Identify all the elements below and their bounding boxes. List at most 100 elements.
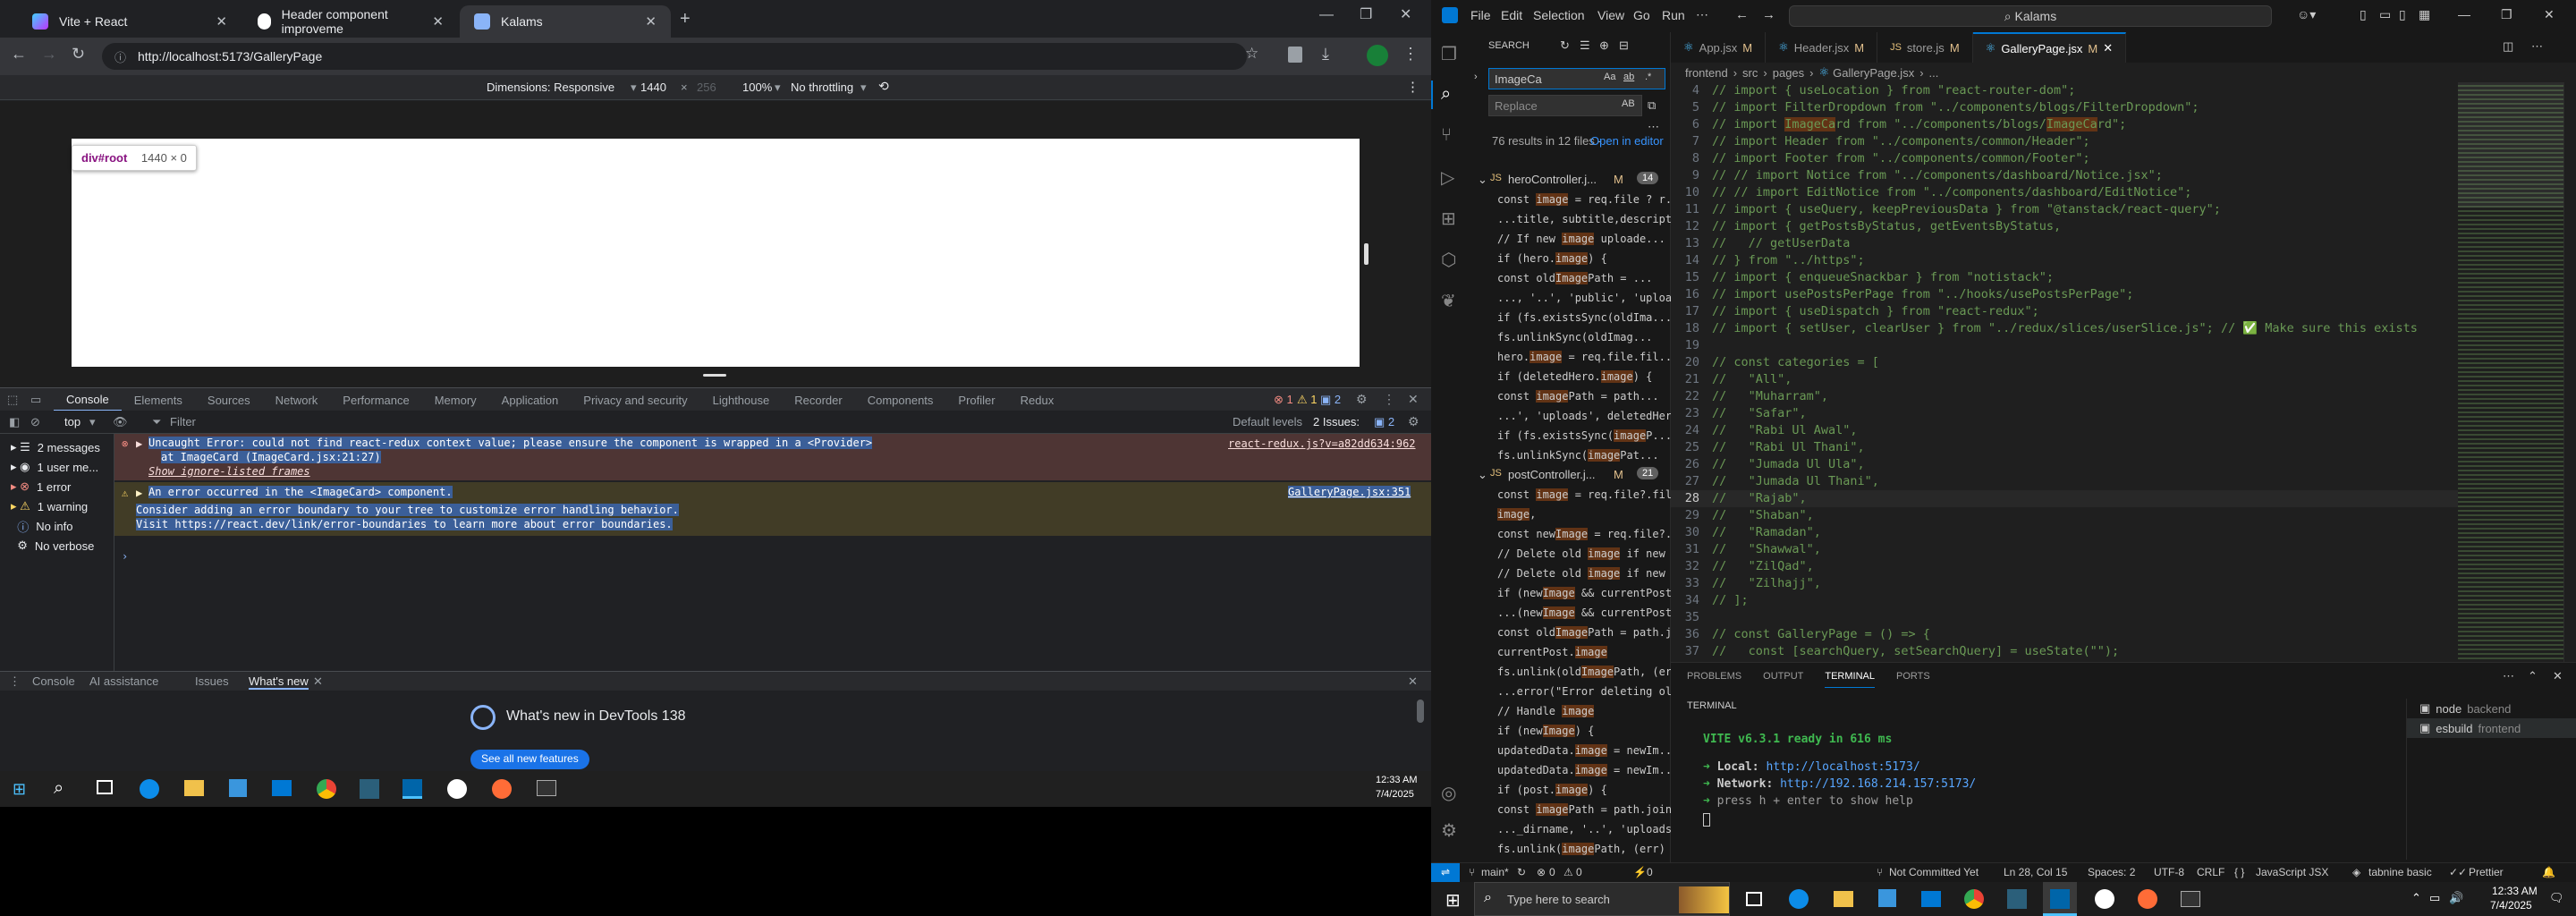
source-control-icon[interactable]: ⑂ xyxy=(1441,125,1452,146)
ports-icon[interactable]: ⚡0 xyxy=(1633,866,1653,878)
search-result-line[interactable]: ...error("Error deleting old ima... xyxy=(1470,682,1671,701)
panel-tab-output[interactable]: OUTPUT xyxy=(1763,671,1803,682)
extension-icon[interactable] xyxy=(1288,47,1302,63)
devtools-tab-memory[interactable]: Memory xyxy=(422,388,489,411)
editor-more-icon[interactable]: ⋯ xyxy=(2531,39,2543,54)
remote-indicator-icon[interactable]: ⇌ xyxy=(1431,863,1460,883)
new-search-editor-icon[interactable]: ⊕ xyxy=(1599,38,1609,53)
search-result-line[interactable]: ...title, subtitle,description, im... xyxy=(1470,209,1671,229)
site-info-icon[interactable]: ⓘ xyxy=(114,48,126,65)
zoom-select[interactable]: 100% xyxy=(742,81,772,94)
console-error-entry[interactable]: ⊗ ▶ Uncaught Error: could not find react… xyxy=(114,434,1431,480)
vscode-minimize-icon[interactable]: — xyxy=(2458,7,2470,21)
devtools-tab-lighthouse[interactable]: Lighthouse xyxy=(700,388,783,411)
sidebar-item-messages[interactable]: ▸ ☰ 2 messages xyxy=(0,437,114,457)
github-icon[interactable] xyxy=(2095,889,2114,909)
search-result-line[interactable]: fs.unlink(imagePath, (err) => { xyxy=(1470,839,1671,859)
viewport-bottom-handle[interactable] xyxy=(703,374,726,377)
replace-input[interactable]: Replace AB xyxy=(1488,95,1642,116)
code-line[interactable]: 7 // import Header from "../components/co… xyxy=(1671,133,2458,150)
search-result-line[interactable]: const oldImagePath = ... xyxy=(1470,268,1671,288)
remote-explorer-icon[interactable]: ⬡ xyxy=(1441,249,1456,271)
account-icon[interactable]: ◎ xyxy=(1441,782,1456,804)
url-bar[interactable]: ⓘ http://localhost:5173/GalleryPage xyxy=(102,43,1247,70)
code-line[interactable]: 32 // "ZilQad", xyxy=(1671,558,2458,575)
code-line[interactable]: 15 // import { enqueueSnackbar } from "no… xyxy=(1671,269,2458,286)
regex-icon[interactable]: .* xyxy=(1645,72,1651,82)
terminal-icon[interactable] xyxy=(2181,891,2200,907)
code-line[interactable]: 37 // const [searchQuery, setSearchQuery]… xyxy=(1671,643,2458,660)
warning-hint-link[interactable]: Visit https://react.dev/link/error-bound… xyxy=(136,518,673,530)
code-line[interactable]: 9 // // import Notice from "../components… xyxy=(1671,167,2458,184)
code-line[interactable]: 10 // // import EditNotice from "../compo… xyxy=(1671,184,2458,201)
search-result-line[interactable]: // Delete old image if new im... xyxy=(1470,564,1671,583)
download-icon[interactable]: ⤓ xyxy=(1322,45,1329,64)
search-result-line[interactable]: currentPost.image xyxy=(1470,642,1671,662)
search-view-icon[interactable]: ⌕ xyxy=(1441,84,1451,105)
menu-run[interactable]: Run xyxy=(1662,8,1685,22)
code-editor[interactable]: 4 // import { useLocation } from "react-r… xyxy=(1671,82,2458,675)
code-line[interactable]: 31 // "Shawwal", xyxy=(1671,541,2458,558)
sidebar-toggle-icon[interactable]: ◧ xyxy=(9,415,20,429)
whats-new-scrollbar[interactable] xyxy=(1417,700,1424,723)
notifications-icon[interactable]: 🔔 xyxy=(2542,866,2555,878)
language-mode[interactable]: JavaScript JSX xyxy=(2256,866,2328,878)
profile-avatar[interactable] xyxy=(1367,45,1388,66)
close-tab-icon[interactable]: ✕ xyxy=(216,13,227,30)
toggle-details-icon[interactable]: ⋯ xyxy=(1648,120,1659,134)
search-result-line[interactable]: if (fs.existsSync(oldIma... xyxy=(1470,308,1671,327)
devtools-more-icon[interactable]: ⋮ xyxy=(1383,392,1395,407)
minimap-slider[interactable] xyxy=(2458,82,2563,208)
layout-secondary-icon[interactable]: ▯ xyxy=(2399,7,2406,22)
chrome-taskbar-icon[interactable] xyxy=(1964,889,1984,909)
forward-icon[interactable]: → xyxy=(41,45,57,64)
console-warning-entry[interactable]: ⚠ ▶ An error occurred in the <ImageCard>… xyxy=(114,482,1431,536)
notification-center-icon[interactable]: 🗨 xyxy=(2549,891,2564,905)
file-explorer-icon[interactable] xyxy=(184,780,204,796)
code-line[interactable]: 22 // "Muharram", xyxy=(1671,388,2458,405)
store-icon[interactable] xyxy=(229,779,247,797)
command-center[interactable]: ⌕ Kalams xyxy=(1789,5,2272,27)
console-filter-input[interactable]: Filter xyxy=(170,415,196,428)
chrome-tab-vite[interactable]: Vite + React ✕ xyxy=(18,5,242,38)
code-line[interactable]: 11 // import { useQuery, keepPreviousData… xyxy=(1671,201,2458,218)
customize-layout-icon[interactable]: ▦ xyxy=(2419,7,2430,22)
code-line[interactable]: 21 // "All", xyxy=(1671,371,2458,388)
menu-go[interactable]: Go xyxy=(1633,8,1650,22)
network-icon[interactable]: ▭ xyxy=(2429,891,2440,905)
search-result-line[interactable]: ..., '..', 'public', 'uploads', hero.i..… xyxy=(1470,288,1671,308)
code-line[interactable]: 19 xyxy=(1671,337,2458,354)
see-all-features-button[interactable]: See all new features xyxy=(470,750,589,769)
chrome-menu-icon[interactable]: ⋮ xyxy=(1402,45,1419,64)
search-result-line[interactable]: image, xyxy=(1470,505,1671,524)
drawer-tab-ai-assistance[interactable]: AI assistance xyxy=(89,674,158,688)
vscode-taskbar-button[interactable] xyxy=(2043,882,2077,916)
collapse-all-icon[interactable]: ⊟ xyxy=(1619,38,1629,53)
editor-tab-gallerypage[interactable]: ⚛ GalleryPage.jsx M ✕ xyxy=(1972,32,2127,63)
search-result-line[interactable]: if (newImage) { xyxy=(1470,721,1671,741)
sidebar-item-warnings[interactable]: ▸ ⚠ 1 warning xyxy=(0,496,114,516)
drawer-tab-whats-new[interactable]: What's new xyxy=(249,674,309,690)
close-drawer-tab-icon[interactable]: ✕ xyxy=(313,674,323,689)
search-input[interactable]: ImageCa Aa ab .* xyxy=(1488,68,1665,89)
menu-more-icon[interactable]: ⋯ xyxy=(1696,7,1708,22)
devtools-close-icon[interactable]: ✕ xyxy=(1408,392,1419,407)
layout-sidebar-icon[interactable]: ▯ xyxy=(2360,7,2367,22)
search-result-line[interactable]: const oldImagePath = path.jo... xyxy=(1470,623,1671,642)
whole-word-icon[interactable]: ab xyxy=(1623,72,1634,82)
search-result-line[interactable]: fs.unlinkSync(imagePat... xyxy=(1470,445,1671,465)
inspect-icon[interactable]: ⬚ xyxy=(7,393,18,407)
breadcrumb-item[interactable]: frontend xyxy=(1685,66,1728,80)
panel-tab-terminal[interactable]: TERMINAL xyxy=(1825,666,1875,688)
run-debug-icon[interactable]: ▷ xyxy=(1441,166,1454,189)
code-line[interactable]: 24 // "Rabi Ul Awal", xyxy=(1671,422,2458,439)
search-result-line[interactable]: const imagePath = path... xyxy=(1470,386,1671,406)
sidebar-item-user-messages[interactable]: ▸ ◉ 1 user me... xyxy=(0,457,114,477)
line-endings[interactable]: CRLF xyxy=(2197,866,2224,878)
panel-tab-problems[interactable]: PROBLEMS xyxy=(1687,671,1741,682)
error-count-badge[interactable]: ⊗ 1 xyxy=(1274,393,1293,407)
search-result-line[interactable]: fs.unlink(oldImagePath, (err) => xyxy=(1470,662,1671,682)
code-line[interactable]: 6 // import ImageCard from "../components… xyxy=(1671,116,2458,133)
emulation-height-input[interactable]: 256 xyxy=(697,81,716,94)
code-line[interactable]: 17 // import { useDispatch } from "react-… xyxy=(1671,303,2458,320)
